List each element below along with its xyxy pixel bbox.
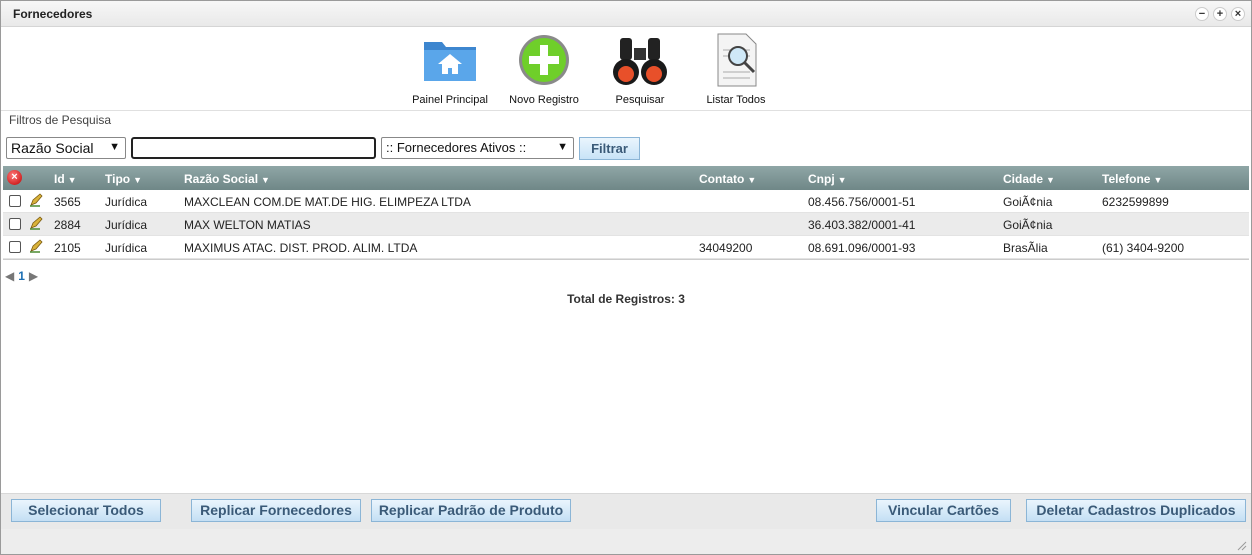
field-select-value: Razão Social [11,140,94,156]
cell-razao-social: MAXIMUS ATAC. DIST. PROD. ALIM. LTDA [184,241,418,255]
cell-id: 2884 [54,218,81,232]
filters-bar: Razão Social ▼ :: Fornecedores Ativos ::… [6,137,1246,160]
total-records: Total de Registros: 3 [567,292,685,306]
sort-arrow-icon: ▼ [747,175,757,185]
cell-cnpj: 08.691.096/0001-93 [808,241,916,255]
previous-page-icon[interactable]: ◀ [5,269,14,283]
sort-arrow-icon: ▼ [837,175,847,185]
filter-button[interactable]: Filtrar [579,137,640,160]
pagination: ◀ 1 ▶ [5,269,38,283]
chevron-down-icon: ▼ [109,141,120,153]
sort-arrow-icon: ▼ [1153,175,1163,185]
painel-principal-label: Painel Principal [412,94,488,106]
search-input[interactable] [131,137,376,159]
close-button[interactable]: × [1231,7,1245,21]
maximize-button[interactable]: + [1213,7,1227,21]
cell-id: 3565 [54,195,81,209]
edit-pencil-icon[interactable] [29,216,43,230]
listar-todos-label: Listar Todos [706,94,766,106]
cell-cidade: BrasÃlia [1003,241,1048,255]
window-title: Fornecedores [13,7,93,21]
footer-actions: Selecionar Todos Replicar Fornecedores R… [1,493,1251,529]
link-cards-button[interactable]: Vincular Cartões [876,499,1011,522]
home-folder-icon [420,32,480,88]
cell-telefone: 6232599899 [1102,195,1169,209]
row-checkbox[interactable] [9,241,21,253]
cell-tipo: Jurídica [105,218,148,232]
column-header-razao-social[interactable]: Razão Social ▼ [184,172,270,186]
title-bar: Fornecedores − + × [1,1,1251,27]
column-header-telefone[interactable]: Telefone ▼ [1102,172,1162,186]
novo-registro-button[interactable]: Novo Registro [499,32,589,106]
status-select[interactable]: :: Fornecedores Ativos :: ▼ [381,137,574,159]
cell-cidade: GoiÃ¢nia [1003,195,1053,209]
delete-duplicates-button[interactable]: Deletar Cadastros Duplicados [1026,499,1246,522]
binoculars-icon [610,32,670,88]
cell-cnpj: 08.456.756/0001-51 [808,195,916,209]
cell-tipo: Jurídica [105,195,148,209]
cell-tipo: Jurídica [105,241,148,255]
column-header-cidade[interactable]: Cidade ▼ [1003,172,1055,186]
suppliers-window: Fornecedores − + × Painel Principal Novo… [0,0,1252,555]
pesquisar-button[interactable]: Pesquisar [595,32,685,106]
replicate-product-pattern-button[interactable]: Replicar Padrão de Produto [371,499,571,522]
add-circle-icon [514,32,574,88]
suppliers-table: × Id ▼ Tipo ▼ Razão Social ▼ Contato ▼ Cnpj ▼… [3,166,1249,260]
next-page-icon[interactable]: ▶ [29,269,38,283]
cell-id: 2105 [54,241,81,255]
edit-pencil-icon[interactable] [29,239,43,253]
minimize-button[interactable]: − [1195,7,1209,21]
pesquisar-label: Pesquisar [615,94,665,106]
column-header-contato[interactable]: Contato ▼ [699,172,756,186]
edit-pencil-icon[interactable] [29,193,43,207]
cell-contato: 34049200 [699,241,753,255]
resize-grip-icon[interactable] [1237,541,1247,551]
cell-cidade: GoiÃ¢nia [1003,218,1053,232]
status-bar [1,529,1251,554]
column-header-id[interactable]: Id ▼ [54,172,77,186]
table-row[interactable]: 2105 Jurídica MAXIMUS ATAC. DIST. PROD. … [3,236,1249,259]
sort-arrow-icon: ▼ [1046,175,1055,185]
window-controls: − + × [1195,7,1245,21]
select-all-button[interactable]: Selecionar Todos [11,499,161,522]
sort-arrow-icon: ▼ [133,175,143,185]
novo-registro-label: Novo Registro [509,94,579,106]
table-row[interactable]: 2884 Jurídica MAX WELTON MATIAS 36.403.3… [3,213,1249,236]
table-header: × Id ▼ Tipo ▼ Razão Social ▼ Contato ▼ Cnpj ▼… [3,166,1249,190]
document-search-icon [706,32,766,88]
row-checkbox[interactable] [9,218,21,230]
page-number[interactable]: 1 [18,269,25,283]
painel-principal-button[interactable]: Painel Principal [405,32,495,106]
toolbar: Painel Principal Novo Registro Pesquisar… [1,28,1251,111]
listar-todos-button[interactable]: Listar Todos [691,32,781,106]
replicate-suppliers-button[interactable]: Replicar Fornecedores [191,499,361,522]
sort-arrow-icon: ▼ [261,175,270,185]
cell-cnpj: 36.403.382/0001-41 [808,218,916,232]
column-header-cnpj[interactable]: Cnpj ▼ [808,172,847,186]
sort-arrow-icon: ▼ [67,175,77,185]
filters-heading: Filtros de Pesquisa [9,113,112,127]
status-select-value: :: Fornecedores Ativos :: [386,140,527,155]
field-select[interactable]: Razão Social ▼ [6,137,126,159]
column-header-tipo[interactable]: Tipo ▼ [105,172,142,186]
table-row[interactable]: 3565 Jurídica MAXCLEAN COM.DE MAT.DE HIG… [3,190,1249,213]
row-checkbox[interactable] [9,195,21,207]
chevron-down-icon: ▼ [557,141,568,153]
cell-telefone: (61) 3404-9200 [1102,241,1185,255]
delete-selected-icon[interactable]: × [7,170,22,185]
cell-razao-social: MAXCLEAN COM.DE MAT.DE HIG. ELIMPEZA LTD… [184,195,471,209]
cell-razao-social: MAX WELTON MATIAS [184,218,311,232]
